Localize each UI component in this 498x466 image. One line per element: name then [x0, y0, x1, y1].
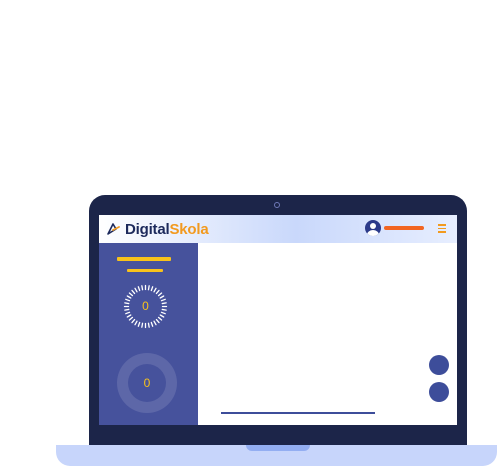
- progress-ring-inner: 0: [128, 364, 166, 402]
- content-underline: [221, 412, 375, 414]
- progress-ring: 0: [117, 353, 177, 413]
- sidebar: 0 0: [99, 243, 198, 425]
- logo[interactable]: Digital Skola: [107, 220, 209, 238]
- dial-value: 0: [142, 299, 149, 313]
- sidebar-title-placeholder: [117, 257, 171, 261]
- circle-button-top[interactable]: [429, 355, 449, 375]
- logo-text-skola: Skola: [169, 220, 209, 238]
- app-header: Digital Skola: [99, 215, 457, 243]
- user-name-placeholder[interactable]: [384, 226, 424, 230]
- logo-text-digital: Digital: [125, 220, 170, 238]
- user-avatar-icon[interactable]: [365, 220, 381, 236]
- app-screen: Digital Skola 0 0: [99, 215, 457, 425]
- progress-dial: 0: [122, 283, 169, 330]
- ring-value: 0: [143, 376, 151, 390]
- camera-icon: [274, 202, 280, 208]
- laptop-base-notch: [246, 445, 310, 451]
- laptop-base: [56, 445, 497, 466]
- pen-nib-icon: [107, 223, 120, 235]
- sidebar-subtitle-placeholder: [127, 269, 163, 272]
- hamburger-menu-icon[interactable]: [438, 224, 446, 233]
- laptop-frame: Digital Skola 0 0: [89, 195, 467, 448]
- circle-button-bottom[interactable]: [429, 382, 449, 402]
